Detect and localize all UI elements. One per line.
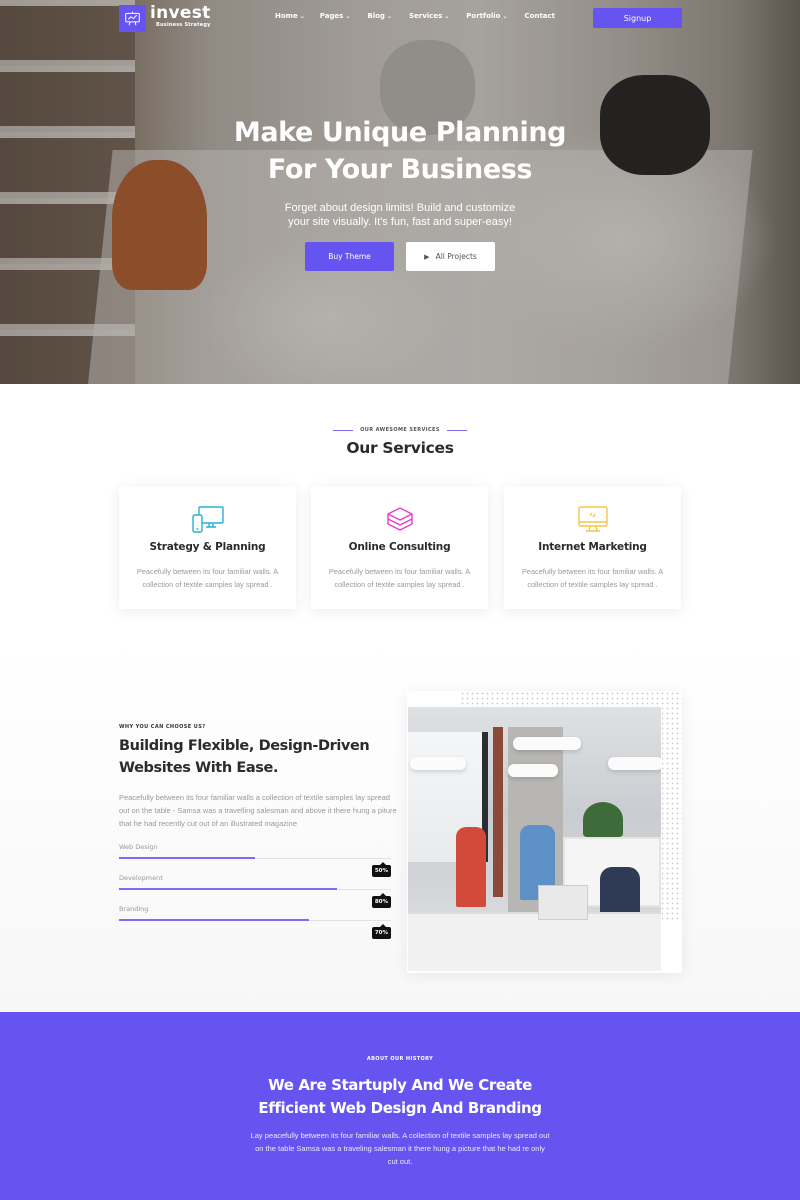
skill-development: Development 80% (119, 874, 391, 908)
why-title-line: Websites With Ease. (119, 760, 279, 776)
skill-label: Branding (119, 905, 149, 913)
history-eyebrow: About Our History (366, 1056, 434, 1062)
all-projects-button[interactable]: ▶ All Projects (406, 242, 495, 271)
photo-lamp (410, 757, 466, 770)
skill-label: Web Design (119, 843, 158, 851)
photo-desk (408, 912, 661, 971)
layers-icon (311, 506, 488, 534)
service-card-title: Online Consulting (348, 541, 451, 553)
monitor-icon (504, 506, 681, 534)
nav-item-label: Pages (319, 12, 344, 20)
buy-theme-button[interactable]: Buy Theme (305, 242, 394, 271)
service-card-text: Peacefully between its four familiar wal… (521, 567, 664, 589)
skill-branding: Branding 70% (119, 905, 391, 939)
why-title: Building Flexible, Design-Driven Website… (119, 735, 409, 779)
all-projects-label: All Projects (435, 252, 477, 261)
page: invest Business Strategy Home ⌄ Pages ⌄ Bl… (0, 0, 800, 1200)
photo-lamp (608, 757, 661, 770)
office-photo (408, 707, 661, 971)
top-navigation: invest Business Strategy Home ⌄ Pages ⌄ Bl… (0, 0, 800, 36)
chevron-down-icon: ⌄ (345, 12, 351, 20)
hero-subtitle-line: your site visually. It's fun, fast and s… (288, 216, 512, 228)
skill-progress-bar (119, 888, 337, 890)
history-title-line: Efficient Web Design And Branding (258, 1099, 542, 1117)
nav-item-portfolio[interactable]: Portfolio ⌄ (466, 12, 507, 20)
why-description: Peacefully between its four familiar wal… (119, 793, 397, 828)
services-eyebrow: Our Awesome Services (360, 427, 440, 433)
photo-plant (583, 802, 623, 837)
nav-item-contact[interactable]: Contact (525, 12, 556, 20)
photo-monitor (538, 885, 588, 920)
photo-lamp (508, 764, 558, 777)
hero-overlay (0, 0, 800, 384)
hero-subtitle-line: Forget about design limits! Build and cu… (284, 202, 516, 214)
skill-web-design: Web Design 50% (119, 843, 391, 877)
nav-item-label: Home (275, 12, 298, 20)
why-title-line: Building Flexible, Design-Driven (119, 738, 370, 754)
nav-item-blog[interactable]: Blog ⌄ (367, 12, 392, 20)
hero-title-line: For Your Business (267, 154, 533, 185)
skill-percent-badge: 70% (371, 924, 391, 939)
nav-item-home[interactable]: Home ⌄ (275, 12, 305, 20)
eyebrow-divider-right (447, 430, 467, 431)
chevron-down-icon: ⌄ (386, 12, 392, 20)
history-title-line: We Are Startuply And We Create (268, 1076, 532, 1094)
main-menu: Home ⌄ Pages ⌄ Blog ⌄ Services ⌄ Portfolio ⌄ … (275, 12, 555, 20)
nav-item-label: Contact (524, 12, 556, 20)
signup-button[interactable]: Signup (593, 8, 682, 28)
skill-label: Development (119, 874, 163, 882)
logo-icon[interactable] (119, 5, 146, 32)
service-card-text: Peacefully between its four familiar wal… (328, 567, 471, 589)
brand-tagline: Business Strategy (156, 22, 211, 28)
devices-icon (119, 506, 296, 534)
hero-subtitle: Forget about design limits! Build and cu… (0, 201, 800, 229)
photo-person (456, 827, 486, 907)
chevron-down-icon: ⌄ (444, 12, 450, 20)
photo-lamp (513, 737, 581, 750)
service-card-text: Peacefully between its four familiar wal… (136, 567, 279, 589)
service-card-title: Internet Marketing (538, 541, 647, 553)
hero-title: Make Unique Planning For Your Business (0, 114, 800, 188)
chevron-down-icon: ⌄ (299, 12, 305, 20)
skill-progress-bar (119, 857, 255, 859)
nav-item-label: Blog (367, 12, 385, 20)
history-description: Lay peacefully between its four familiar… (250, 1131, 550, 1166)
service-card-title: Strategy & Planning (149, 541, 266, 553)
brand-name[interactable]: invest (150, 3, 211, 23)
nav-item-pages[interactable]: Pages ⌄ (320, 12, 351, 20)
photo-brick-wall (493, 727, 503, 897)
service-card-strategy[interactable]: Strategy & Planning Peacefully between i… (119, 486, 296, 609)
nav-item-label: Portfolio (466, 12, 501, 20)
chevron-down-icon: ⌄ (502, 12, 508, 20)
service-card-consulting[interactable]: Online Consulting Peacefully between its… (311, 486, 488, 609)
play-icon: ▶ (424, 252, 430, 261)
nav-item-label: Services (408, 12, 443, 20)
why-eyebrow: Why You Can Choose Us? (119, 724, 206, 730)
services-title: Our Services (346, 439, 454, 457)
skill-progress-bar (119, 919, 310, 921)
hero-title-line: Make Unique Planning (233, 117, 567, 148)
nav-item-services[interactable]: Services ⌄ (409, 12, 449, 20)
service-card-marketing[interactable]: Internet Marketing Peacefully between it… (504, 486, 681, 609)
history-title: We Are Startuply And We Create Efficient… (0, 1074, 800, 1120)
hero-section: invest Business Strategy Home ⌄ Pages ⌄ Bl… (0, 0, 800, 384)
